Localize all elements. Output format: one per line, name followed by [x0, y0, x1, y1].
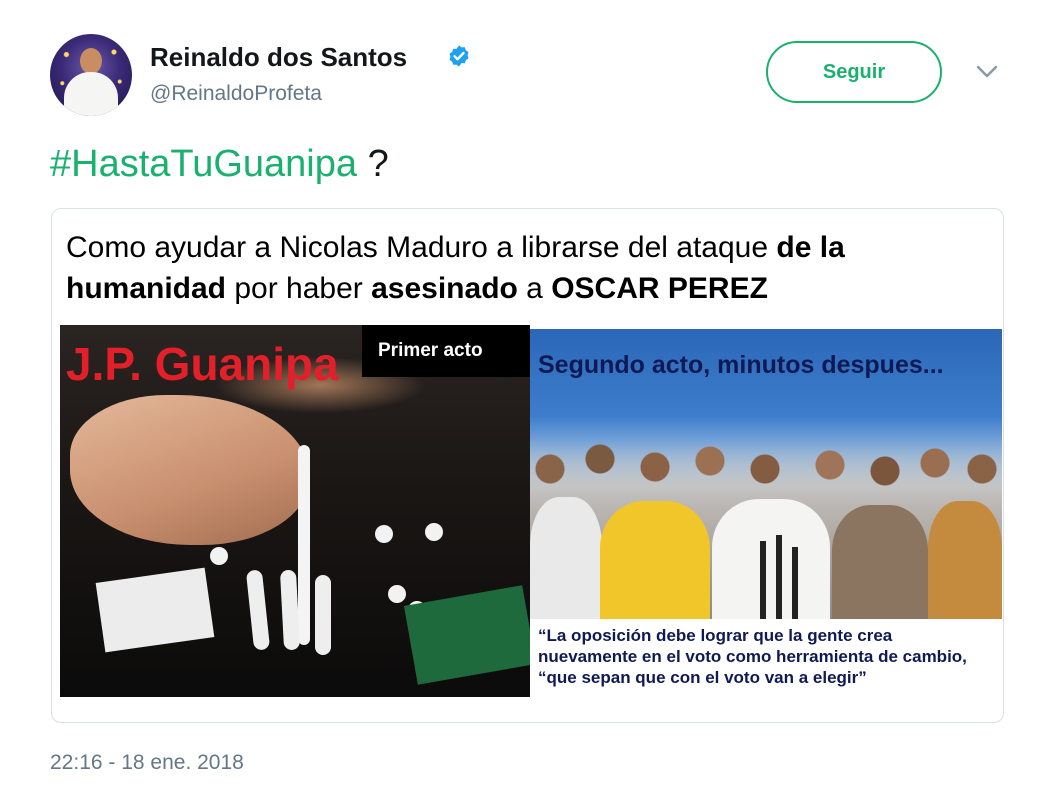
tweet-text: #HastaTuGuanipa ? — [50, 143, 389, 186]
person-shape — [530, 497, 602, 619]
follow-button[interactable]: Seguir — [766, 41, 942, 103]
pill-shape — [210, 547, 228, 565]
rolled-paper-shape — [298, 445, 310, 645]
quote-line: “La oposición debe lograr que la gente c… — [538, 626, 893, 645]
hashtag-link[interactable]: #HastaTuGuanipa — [50, 143, 357, 185]
left-panel-title: J.P. Guanipa — [66, 338, 339, 390]
headline-bold-2: asesinado — [371, 272, 518, 305]
chevron-down-icon[interactable] — [976, 64, 998, 80]
headline-text-1: Como ayudar a Nicolas Maduro a librarse … — [66, 231, 777, 264]
person-shape — [600, 501, 710, 619]
quote-line: “que sepan que con el voto van a elegir” — [538, 668, 867, 687]
quote-line: nuevamente en el voto como herramienta d… — [538, 647, 967, 666]
avatar[interactable] — [50, 34, 132, 116]
avatar-head — [80, 48, 102, 74]
headline-text-2: por haber — [226, 272, 372, 305]
verified-badge-icon — [449, 45, 469, 67]
microphone-shape — [776, 535, 782, 621]
pill-shape — [425, 523, 443, 541]
pill-shape — [375, 525, 393, 543]
headline-text-3: a — [517, 272, 552, 305]
person-shape — [712, 499, 830, 619]
pill-shape — [388, 585, 406, 603]
tweet-text-rest: ? — [357, 143, 389, 185]
tweet-timestamp[interactable]: 22:16 - 18 ene. 2018 — [50, 751, 244, 775]
avatar-body — [64, 72, 118, 116]
person-shape — [928, 501, 1002, 619]
person-shape — [832, 505, 928, 619]
headline-bold-3: OSCAR PEREZ — [551, 272, 768, 305]
card-headline: Como ayudar a Nicolas Maduro a librarse … — [66, 227, 996, 309]
left-panel-label: Primer acto — [378, 340, 483, 361]
left-photo-panel: J.P. Guanipa Primer acto — [60, 325, 530, 697]
powder-line — [315, 575, 331, 655]
right-photo-panel: Segundo acto, minutos despues... “La opo… — [530, 329, 1002, 699]
microphone-shape — [792, 547, 798, 621]
author-name[interactable]: Reinaldo dos Santos — [150, 42, 407, 73]
right-panel-title: Segundo acto, minutos despues... — [538, 351, 944, 379]
tweet-media-card[interactable]: Como ayudar a Nicolas Maduro a librarse … — [51, 208, 1004, 723]
author-handle[interactable]: @ReinaldoProfeta — [150, 82, 322, 106]
microphone-shape — [760, 541, 766, 621]
right-panel-quote: “La oposición debe lograr que la gente c… — [538, 625, 998, 688]
